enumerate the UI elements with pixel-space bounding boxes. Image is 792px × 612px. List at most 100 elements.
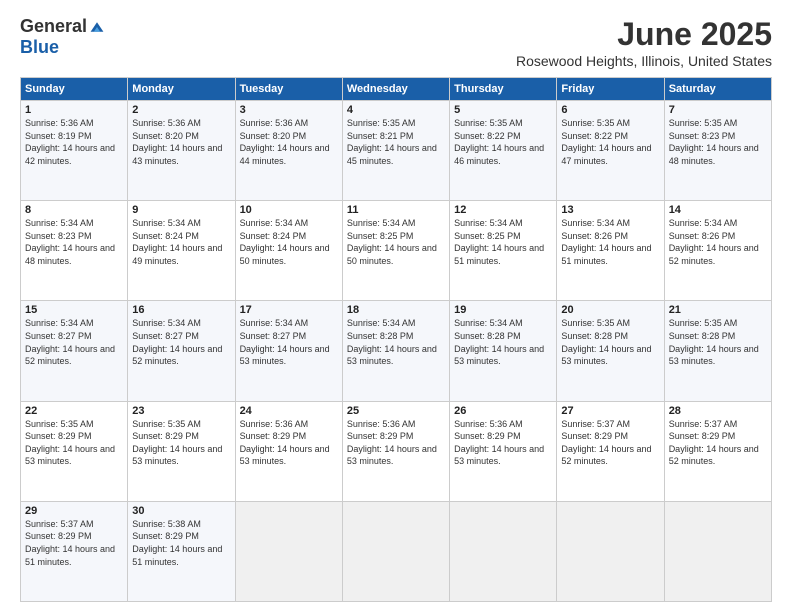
day-number: 23 [132, 405, 230, 417]
day-number: 22 [25, 405, 123, 417]
day-info: Sunrise: 5:35 AMSunset: 8:22 PMDaylight:… [561, 117, 659, 167]
calendar-cell: 28Sunrise: 5:37 AMSunset: 8:29 PMDayligh… [664, 401, 771, 501]
day-number: 4 [347, 104, 445, 116]
calendar-row-3: 15Sunrise: 5:34 AMSunset: 8:27 PMDayligh… [21, 301, 772, 401]
day-info: Sunrise: 5:36 AMSunset: 8:29 PMDaylight:… [347, 418, 445, 468]
header: General Blue June 2025 Rosewood Heights,… [20, 16, 772, 69]
day-number: 27 [561, 405, 659, 417]
day-info: Sunrise: 5:35 AMSunset: 8:28 PMDaylight:… [561, 317, 659, 367]
calendar-cell: 15Sunrise: 5:34 AMSunset: 8:27 PMDayligh… [21, 301, 128, 401]
header-row: SundayMondayTuesdayWednesdayThursdayFrid… [21, 78, 772, 101]
day-number: 8 [25, 204, 123, 216]
calendar-cell: 26Sunrise: 5:36 AMSunset: 8:29 PMDayligh… [450, 401, 557, 501]
day-info: Sunrise: 5:34 AMSunset: 8:24 PMDaylight:… [132, 217, 230, 267]
calendar-table: SundayMondayTuesdayWednesdayThursdayFrid… [20, 77, 772, 602]
calendar-cell: 11Sunrise: 5:34 AMSunset: 8:25 PMDayligh… [342, 201, 449, 301]
calendar-cell: 3Sunrise: 5:36 AMSunset: 8:20 PMDaylight… [235, 101, 342, 201]
calendar-cell: 25Sunrise: 5:36 AMSunset: 8:29 PMDayligh… [342, 401, 449, 501]
day-info: Sunrise: 5:36 AMSunset: 8:20 PMDaylight:… [240, 117, 338, 167]
day-info: Sunrise: 5:35 AMSunset: 8:23 PMDaylight:… [669, 117, 767, 167]
day-info: Sunrise: 5:34 AMSunset: 8:26 PMDaylight:… [669, 217, 767, 267]
calendar-cell: 29Sunrise: 5:37 AMSunset: 8:29 PMDayligh… [21, 501, 128, 601]
day-number: 11 [347, 204, 445, 216]
day-number: 17 [240, 304, 338, 316]
logo-general: General [20, 16, 87, 37]
logo-icon [89, 19, 105, 35]
col-header-tuesday: Tuesday [235, 78, 342, 101]
col-header-sunday: Sunday [21, 78, 128, 101]
calendar-cell: 24Sunrise: 5:36 AMSunset: 8:29 PMDayligh… [235, 401, 342, 501]
calendar-cell [664, 501, 771, 601]
calendar-cell: 12Sunrise: 5:34 AMSunset: 8:25 PMDayligh… [450, 201, 557, 301]
calendar-cell: 4Sunrise: 5:35 AMSunset: 8:21 PMDaylight… [342, 101, 449, 201]
day-info: Sunrise: 5:35 AMSunset: 8:29 PMDaylight:… [132, 418, 230, 468]
day-info: Sunrise: 5:37 AMSunset: 8:29 PMDaylight:… [669, 418, 767, 468]
day-number: 29 [25, 505, 123, 517]
day-number: 19 [454, 304, 552, 316]
day-number: 12 [454, 204, 552, 216]
location-title: Rosewood Heights, Illinois, United State… [516, 53, 772, 69]
calendar-cell: 18Sunrise: 5:34 AMSunset: 8:28 PMDayligh… [342, 301, 449, 401]
calendar-cell: 19Sunrise: 5:34 AMSunset: 8:28 PMDayligh… [450, 301, 557, 401]
day-number: 25 [347, 405, 445, 417]
day-info: Sunrise: 5:35 AMSunset: 8:21 PMDaylight:… [347, 117, 445, 167]
day-info: Sunrise: 5:36 AMSunset: 8:29 PMDaylight:… [240, 418, 338, 468]
day-number: 2 [132, 104, 230, 116]
day-info: Sunrise: 5:35 AMSunset: 8:29 PMDaylight:… [25, 418, 123, 468]
day-number: 18 [347, 304, 445, 316]
day-info: Sunrise: 5:35 AMSunset: 8:28 PMDaylight:… [669, 317, 767, 367]
day-number: 14 [669, 204, 767, 216]
calendar-cell: 2Sunrise: 5:36 AMSunset: 8:20 PMDaylight… [128, 101, 235, 201]
day-number: 30 [132, 505, 230, 517]
calendar-cell [450, 501, 557, 601]
day-number: 6 [561, 104, 659, 116]
day-info: Sunrise: 5:35 AMSunset: 8:22 PMDaylight:… [454, 117, 552, 167]
col-header-monday: Monday [128, 78, 235, 101]
calendar-cell: 21Sunrise: 5:35 AMSunset: 8:28 PMDayligh… [664, 301, 771, 401]
day-info: Sunrise: 5:34 AMSunset: 8:23 PMDaylight:… [25, 217, 123, 267]
logo-text: General [20, 16, 105, 37]
day-info: Sunrise: 5:37 AMSunset: 8:29 PMDaylight:… [25, 518, 123, 568]
day-info: Sunrise: 5:34 AMSunset: 8:26 PMDaylight:… [561, 217, 659, 267]
day-info: Sunrise: 5:36 AMSunset: 8:29 PMDaylight:… [454, 418, 552, 468]
calendar-cell [342, 501, 449, 601]
day-number: 21 [669, 304, 767, 316]
day-number: 16 [132, 304, 230, 316]
day-number: 28 [669, 405, 767, 417]
day-info: Sunrise: 5:34 AMSunset: 8:25 PMDaylight:… [454, 217, 552, 267]
calendar-cell: 23Sunrise: 5:35 AMSunset: 8:29 PMDayligh… [128, 401, 235, 501]
calendar-cell: 16Sunrise: 5:34 AMSunset: 8:27 PMDayligh… [128, 301, 235, 401]
day-info: Sunrise: 5:36 AMSunset: 8:20 PMDaylight:… [132, 117, 230, 167]
day-info: Sunrise: 5:34 AMSunset: 8:27 PMDaylight:… [132, 317, 230, 367]
calendar-cell [235, 501, 342, 601]
day-number: 20 [561, 304, 659, 316]
calendar-cell: 14Sunrise: 5:34 AMSunset: 8:26 PMDayligh… [664, 201, 771, 301]
day-number: 9 [132, 204, 230, 216]
col-header-thursday: Thursday [450, 78, 557, 101]
logo: General Blue [20, 16, 105, 58]
day-number: 15 [25, 304, 123, 316]
calendar-cell: 1Sunrise: 5:36 AMSunset: 8:19 PMDaylight… [21, 101, 128, 201]
calendar-cell: 30Sunrise: 5:38 AMSunset: 8:29 PMDayligh… [128, 501, 235, 601]
calendar-cell: 20Sunrise: 5:35 AMSunset: 8:28 PMDayligh… [557, 301, 664, 401]
calendar-cell: 7Sunrise: 5:35 AMSunset: 8:23 PMDaylight… [664, 101, 771, 201]
title-block: June 2025 Rosewood Heights, Illinois, Un… [516, 16, 772, 69]
day-info: Sunrise: 5:34 AMSunset: 8:28 PMDaylight:… [454, 317, 552, 367]
calendar-row-4: 22Sunrise: 5:35 AMSunset: 8:29 PMDayligh… [21, 401, 772, 501]
col-header-friday: Friday [557, 78, 664, 101]
col-header-wednesday: Wednesday [342, 78, 449, 101]
day-info: Sunrise: 5:36 AMSunset: 8:19 PMDaylight:… [25, 117, 123, 167]
calendar-cell: 9Sunrise: 5:34 AMSunset: 8:24 PMDaylight… [128, 201, 235, 301]
calendar-cell [557, 501, 664, 601]
calendar-cell: 6Sunrise: 5:35 AMSunset: 8:22 PMDaylight… [557, 101, 664, 201]
calendar-cell: 22Sunrise: 5:35 AMSunset: 8:29 PMDayligh… [21, 401, 128, 501]
day-number: 5 [454, 104, 552, 116]
day-number: 3 [240, 104, 338, 116]
day-number: 13 [561, 204, 659, 216]
calendar-cell: 17Sunrise: 5:34 AMSunset: 8:27 PMDayligh… [235, 301, 342, 401]
calendar-cell: 10Sunrise: 5:34 AMSunset: 8:24 PMDayligh… [235, 201, 342, 301]
calendar-cell: 5Sunrise: 5:35 AMSunset: 8:22 PMDaylight… [450, 101, 557, 201]
day-number: 10 [240, 204, 338, 216]
day-info: Sunrise: 5:34 AMSunset: 8:27 PMDaylight:… [25, 317, 123, 367]
day-number: 1 [25, 104, 123, 116]
